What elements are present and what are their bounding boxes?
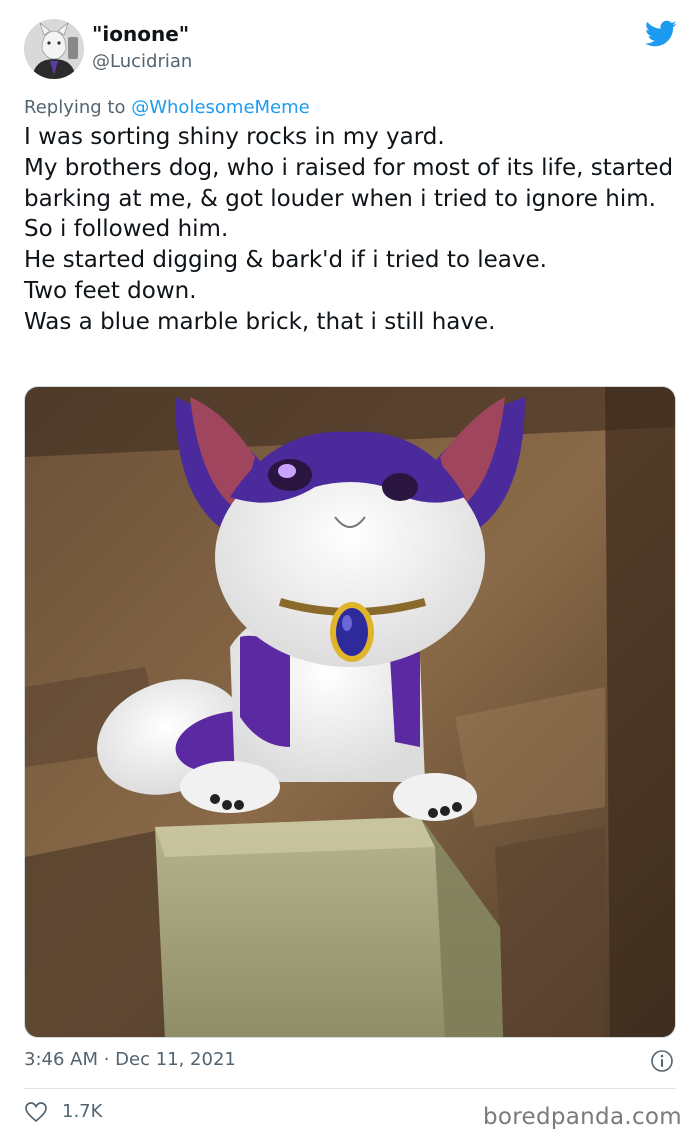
watermark: boredpanda.com bbox=[483, 1104, 682, 1130]
tweet-line: I was sorting shiny rocks in my yard. bbox=[24, 124, 445, 150]
like-count[interactable]: 1.7K bbox=[62, 1101, 102, 1122]
tweet-line: Two feet down. bbox=[24, 277, 197, 304]
info-icon[interactable] bbox=[650, 1049, 674, 1073]
avatar[interactable] bbox=[24, 19, 84, 79]
heart-icon[interactable] bbox=[24, 1100, 48, 1124]
display-name[interactable]: "ionone" bbox=[92, 22, 189, 46]
twitter-bird-icon bbox=[645, 20, 677, 47]
tweet-timestamp[interactable]: 3:46 AM · Dec 11, 2021 bbox=[24, 1049, 236, 1070]
tweet-photo[interactable] bbox=[24, 386, 676, 1038]
divider bbox=[24, 1088, 676, 1089]
reply-prefix: Replying to bbox=[24, 97, 126, 118]
tweet-line: He started digging & bark'd if i tried t… bbox=[24, 247, 547, 274]
tweet-line: So i followed him. bbox=[24, 216, 229, 243]
user-handle[interactable]: @Lucidrian bbox=[92, 51, 192, 72]
tweet-line: Was a blue marble brick, that i still ha… bbox=[24, 308, 496, 335]
tweet-line: My brothers dog, who i raised for most o… bbox=[24, 154, 674, 212]
reply-context: Replying to @WholesomeMeme bbox=[24, 97, 310, 118]
tweet-text: I was sorting shiny rocks in my yard. My… bbox=[24, 122, 684, 338]
reply-to-link[interactable]: @WholesomeMeme bbox=[131, 97, 310, 118]
